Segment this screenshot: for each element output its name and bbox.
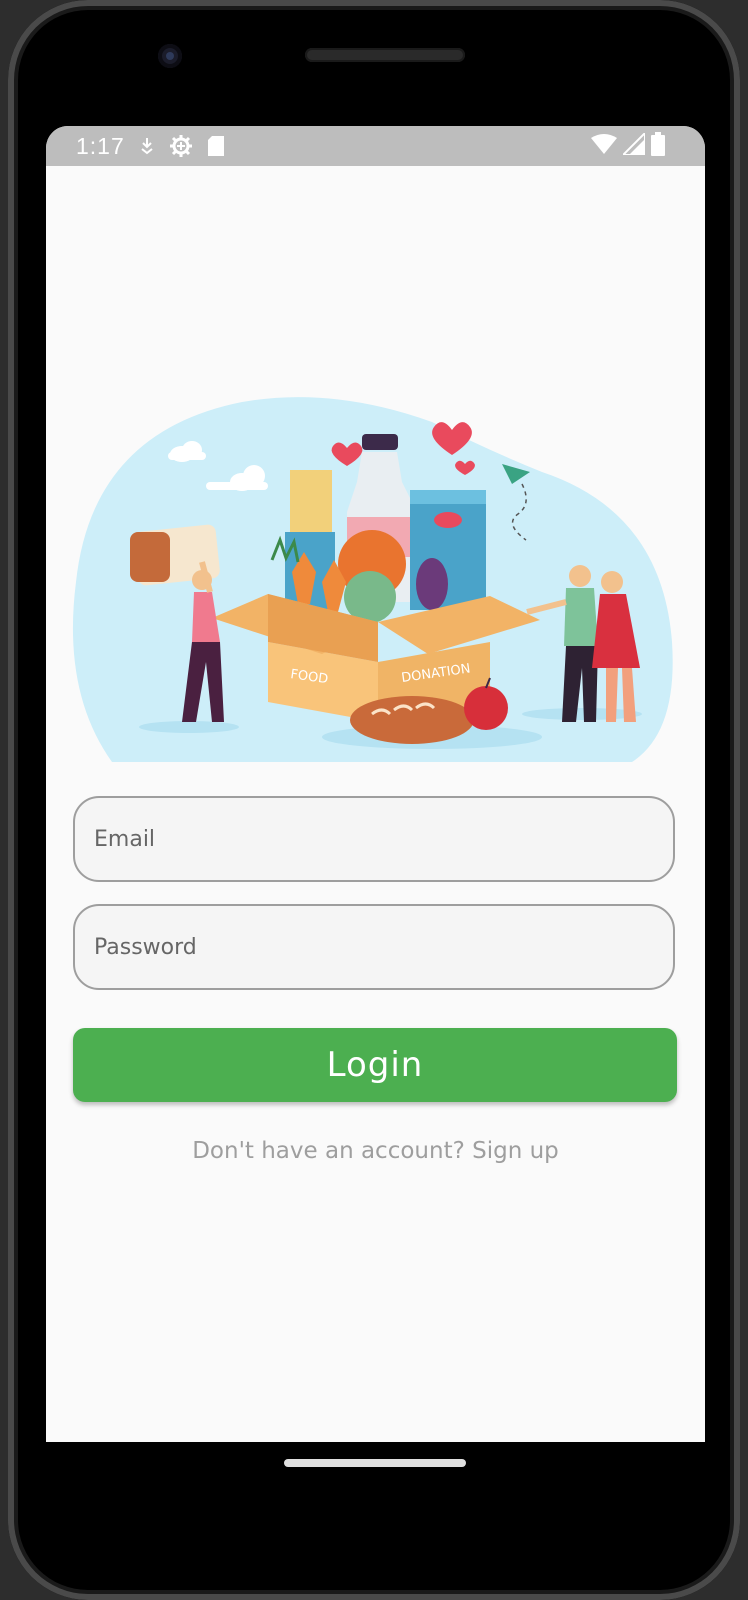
email-field[interactable] (73, 796, 675, 882)
home-indicator[interactable] (284, 1459, 466, 1467)
email-input[interactable] (75, 825, 673, 853)
earpiece-speaker (305, 48, 465, 62)
bread-loaf (350, 696, 474, 744)
password-input[interactable] (75, 933, 673, 961)
password-field[interactable] (73, 904, 675, 990)
cell-signal-icon (620, 130, 646, 159)
settings-gear-icon (169, 134, 193, 158)
sd-card-icon (207, 135, 225, 157)
device-frame: 1:17 FOOD DONATION Email Login Don't hav… (0, 0, 748, 1600)
apple (464, 686, 508, 730)
pasta-box (290, 470, 332, 540)
signup-link[interactable]: Don't have an account? Sign up (46, 1138, 705, 1164)
download-icon (139, 136, 155, 156)
eggplant (416, 558, 448, 610)
login-button[interactable]: Login (73, 1028, 677, 1102)
status-time: 1:17 (76, 132, 125, 159)
battery-icon (651, 132, 665, 160)
status-bar: 1:17 (46, 126, 705, 166)
app-screen: 1:17 FOOD DONATION Email Login Don't hav… (46, 126, 705, 1442)
status-right-icons (591, 130, 665, 160)
broccoli (344, 571, 396, 623)
front-camera (158, 44, 182, 68)
food-donation-illustration: FOOD DONATION (72, 397, 673, 762)
wifi-icon (591, 134, 617, 158)
